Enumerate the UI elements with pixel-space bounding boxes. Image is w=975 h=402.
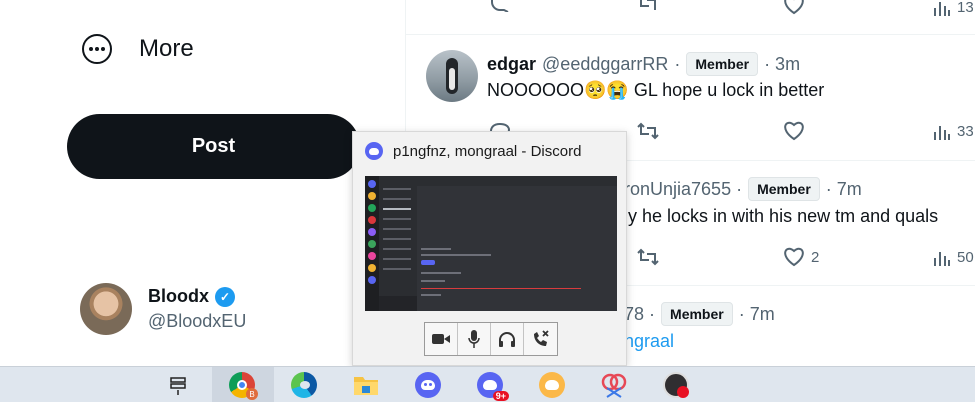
repost-button[interactable]	[636, 122, 660, 140]
repost-button[interactable]	[636, 0, 660, 12]
notification-badge: 9+	[492, 391, 509, 401]
separator-dot: ·	[674, 53, 681, 74]
discord-ptb-button[interactable]: 9+	[476, 371, 509, 401]
snipping-tool-button[interactable]	[600, 371, 628, 399]
tweet-text: ly he locks in with his new tm and quals	[624, 206, 939, 226]
obs-button[interactable]	[662, 371, 690, 399]
more-icon	[82, 34, 112, 64]
like-button[interactable]	[783, 0, 805, 15]
tweet-avatar[interactable]	[426, 50, 478, 102]
views-count: 50	[957, 248, 974, 266]
file-explorer-icon	[354, 377, 378, 395]
divider	[406, 34, 975, 35]
leave-call-button[interactable]	[524, 323, 557, 355]
chrome-profile-badge: B	[246, 388, 258, 400]
verified-badge-icon: ✓	[215, 286, 235, 307]
profile-name: Bloodx	[148, 286, 209, 306]
like-button[interactable]: 2	[783, 247, 819, 267]
views-icon	[934, 126, 950, 140]
window-thumbnail[interactable]	[365, 176, 617, 311]
tweet-time[interactable]: · 7m	[826, 179, 862, 200]
file-explorer-button[interactable]	[352, 371, 380, 399]
tweet-author-name[interactable]: edgar	[487, 54, 536, 75]
camera-icon	[432, 334, 450, 344]
chrome-button[interactable]: B	[228, 371, 258, 400]
reply-icon	[491, 0, 509, 12]
views-count: 33	[957, 122, 974, 140]
views-icon	[934, 252, 950, 266]
discord-window-preview[interactable]: p1ngfnz, mongraal - Discord	[352, 131, 627, 366]
tweet-time[interactable]: · 7m	[739, 304, 775, 325]
discord-canary-icon	[539, 372, 565, 398]
heart-icon	[784, 0, 804, 15]
repost-icon	[640, 0, 656, 10]
preview-call-controls	[424, 322, 558, 356]
leave-call-icon	[533, 330, 549, 346]
discord-ptb-icon: 9+	[477, 372, 509, 401]
post-button[interactable]: Post	[67, 114, 360, 179]
repost-icon	[637, 248, 659, 266]
reply-button[interactable]	[489, 0, 511, 12]
edge-icon	[291, 372, 317, 398]
discord-icon	[365, 142, 383, 160]
edge-button[interactable]	[290, 371, 318, 399]
views-icon	[934, 2, 950, 16]
obs-icon	[663, 372, 689, 398]
member-badge: Member	[661, 302, 733, 326]
member-badge: Member	[686, 52, 759, 76]
member-badge: Member	[748, 177, 820, 201]
preview-title: p1ngfnz, mongraal - Discord	[393, 142, 582, 160]
left-sidebar: More Post Bloodx ✓ @BloodxEU	[0, 0, 405, 366]
headphones-button[interactable]	[491, 323, 524, 355]
headphones-icon	[499, 332, 515, 347]
repost-button[interactable]	[636, 248, 660, 266]
mention-link[interactable]: ngraal	[624, 331, 674, 352]
discord-icon	[415, 372, 441, 398]
heart-icon	[784, 121, 804, 141]
task-view-button[interactable]	[164, 371, 192, 399]
tweet-text: NOOOOOO🥺😭 GL hope u lock in better	[487, 80, 825, 100]
repost-icon	[637, 122, 659, 140]
windows-taskbar: B 9+	[0, 366, 975, 402]
like-count: 2	[811, 248, 820, 266]
more-label: More	[139, 35, 194, 62]
tweet-author-handle[interactable]: ronUnjia7655 ·	[624, 179, 742, 200]
microphone-icon	[468, 330, 480, 348]
heart-icon	[784, 247, 804, 267]
chrome-icon: B	[229, 372, 258, 400]
tweet-author-handle[interactable]: @eeddggarrRR	[542, 54, 668, 75]
task-view-icon	[170, 377, 186, 395]
views-button[interactable]: 13	[933, 0, 974, 16]
tweet-author-handle[interactable]: 78 ·	[624, 304, 655, 325]
tweet-time[interactable]: · 3m	[764, 54, 800, 75]
profile-handle: @BloodxEU	[148, 311, 247, 331]
discord-button[interactable]	[414, 371, 442, 399]
avatar	[80, 283, 132, 335]
discord-canary-button[interactable]	[538, 371, 566, 399]
account-switcher[interactable]: Bloodx ✓ @BloodxEU	[80, 283, 246, 335]
more-menu-item[interactable]: More	[82, 34, 194, 64]
views-button[interactable]: 33	[933, 122, 974, 140]
snipping-tool-icon	[601, 373, 627, 398]
camera-button[interactable]	[425, 323, 458, 355]
views-button[interactable]: 50	[933, 248, 974, 266]
like-button[interactable]	[783, 121, 805, 141]
views-count: 13	[957, 0, 974, 16]
microphone-button[interactable]	[458, 323, 491, 355]
